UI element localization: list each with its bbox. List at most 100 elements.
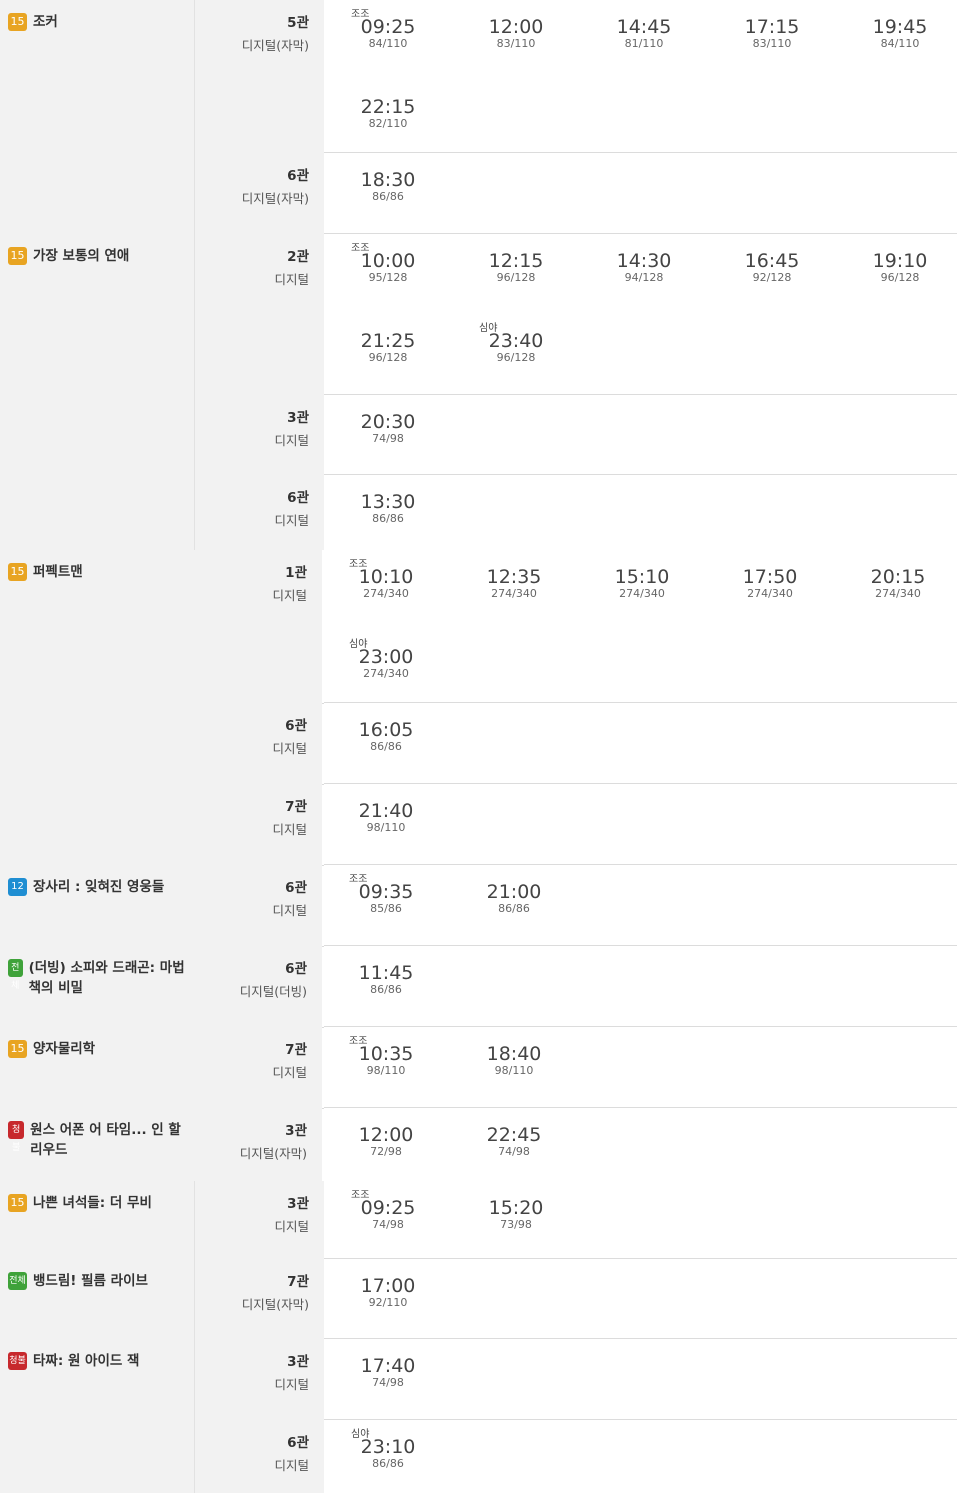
movie-title-text: 뱅드림! 필름 라이브 <box>33 1273 148 1289</box>
showtime-time: 14:30 <box>616 250 672 272</box>
showtime-slot[interactable]: 조조 09:25 74/98 <box>348 1190 428 1231</box>
movie-cell: 15 퍼펙트맨 <box>0 550 195 703</box>
showtime-slot[interactable]: 16:05 86/86 <box>346 720 426 753</box>
showtime-slot[interactable]: 22:45 74/98 <box>474 1125 554 1158</box>
showtime-slot[interactable]: 18:40 98/110 <box>474 1044 554 1077</box>
movie-title[interactable]: 전체 (더빙) 소피와 드래곤: 마법책의 비밀 <box>8 958 190 998</box>
showtime-slot[interactable]: 20:30 74/98 <box>348 412 428 445</box>
screen-name: 6관 <box>285 880 307 896</box>
seat-count: 96/128 <box>496 351 536 364</box>
movie-cell: 청불 원스 어폰 어 타임... 인 할리우드 <box>0 1108 195 1181</box>
screen-cell: 3관 디지털 <box>195 1339 324 1420</box>
showtime-slot[interactable]: 22:15 82/110 <box>348 97 428 130</box>
movie-title[interactable]: 15 조커 <box>8 12 190 32</box>
showtime-slot[interactable]: 21:40 98/110 <box>346 801 426 834</box>
seat-count: 274/340 <box>747 587 793 600</box>
screen-format: 디지털(더빙) <box>239 984 307 999</box>
movie-title[interactable]: 15 양자물리학 <box>8 1039 190 1059</box>
screen-cell: 6관디지털(더빙) <box>193 946 322 1027</box>
showtime-slot[interactable]: 심야 23:00 274/340 <box>346 639 426 680</box>
movie-title[interactable]: 전체 뱅드림! 필름 라이브 <box>8 1271 190 1291</box>
showtime-slot[interactable]: 17:40 74/98 <box>348 1356 428 1389</box>
showtime-slot[interactable]: 조조 10:10 274/340 <box>346 559 426 600</box>
showtime-slot[interactable]: 15:10 274/340 <box>602 567 682 600</box>
showtime-time: 19:10 <box>872 250 928 272</box>
screen-format: 디지털(자막) <box>241 191 309 206</box>
showtime-time: 23:00 <box>358 646 414 668</box>
showtime-slot[interactable]: 심야 23:10 86/86 <box>348 1429 428 1470</box>
seat-count: 92/110 <box>368 1296 408 1309</box>
screen-name: 6관 <box>285 961 307 977</box>
movie-title[interactable]: 15 퍼펙트맨 <box>8 562 190 582</box>
showtime-slot[interactable]: 17:50 274/340 <box>730 567 810 600</box>
showtime-slot[interactable]: 18:30 86/86 <box>348 170 428 203</box>
seat-count: 86/86 <box>372 1457 404 1470</box>
screen-cell: 3관 디지털(자막) <box>193 1108 322 1181</box>
showtime-slot[interactable]: 12:00 72/98 <box>346 1125 426 1158</box>
showtime-slot[interactable]: 15:20 73/98 <box>476 1198 556 1231</box>
showtime-slot[interactable]: 12:35 274/340 <box>474 567 554 600</box>
seat-count: 72/98 <box>370 1145 402 1158</box>
showtime-slot[interactable]: 12:15 96/128 <box>476 251 556 284</box>
showtime-slot[interactable]: 19:10 96/128 <box>860 251 940 284</box>
movie-title-text: 타짜: 원 아이드 잭 <box>33 1353 140 1369</box>
showtime-slot[interactable]: 조조 09:25 84/110 <box>348 9 428 50</box>
screen-name: 3관 <box>287 1354 309 1370</box>
screen-format: 디지털 <box>274 433 309 448</box>
showtime-slot[interactable]: 21:00 86/86 <box>474 882 554 915</box>
showtime-slot[interactable]: 심야 23:40 96/128 <box>476 323 556 364</box>
movie-cell: 전체 (더빙) 소피와 드래곤: 마법책의 비밀 <box>0 946 195 1027</box>
showtime-time: 17:40 <box>360 1355 416 1377</box>
showtime-slot[interactable]: 17:00 92/110 <box>348 1276 428 1309</box>
showtime-slot[interactable]: 17:15 83/110 <box>732 17 812 50</box>
showtime-slot[interactable]: 조조 10:35 98/110 <box>346 1036 426 1077</box>
screen-format: 디지털 <box>274 513 309 528</box>
seat-count: 96/128 <box>880 271 920 284</box>
showtime-time: 15:10 <box>614 566 670 588</box>
movie-title-text: 나쁜 녀석들: 더 무비 <box>33 1195 152 1211</box>
showtime-slot[interactable]: 21:25 96/128 <box>348 331 428 364</box>
showtime-slot[interactable]: 16:45 92/128 <box>732 251 812 284</box>
showtime-slot[interactable]: 19:45 84/110 <box>860 17 940 50</box>
movie-title-text: 원스 어폰 어 타임... 인 할리우드 <box>30 1122 181 1158</box>
movie-title[interactable]: 15 가장 보통의 연애 <box>8 246 190 266</box>
showtime-slot[interactable]: 12:00 83/110 <box>476 17 556 50</box>
showtime-tag: 조조 <box>351 1190 370 1201</box>
movie-title[interactable]: 청불 타짜: 원 아이드 잭 <box>8 1351 190 1371</box>
showtime-time: 12:00 <box>488 16 544 38</box>
screen-cell: 7관 디지털 <box>193 784 322 865</box>
showtime-row: 15 나쁜 녀석들: 더 무비 3관 디지털 조조 09:25 74/98 15:20 73/9… <box>0 1181 957 1260</box>
screen-cell: 7관 디지털 <box>193 1027 322 1108</box>
screen-cell: 2관 디지털 <box>195 234 324 395</box>
movie-cell <box>0 703 195 784</box>
movie-title[interactable]: 12 장사리 : 잊혀진 영웅들 <box>8 877 190 897</box>
rating-badge: 15 <box>8 1040 27 1058</box>
showtime-tag: 심야 <box>349 639 368 650</box>
showtime-slot[interactable]: 14:30 94/128 <box>604 251 684 284</box>
showtime-slot[interactable]: 조조 10:00 95/128 <box>348 243 428 284</box>
seat-count: 74/98 <box>372 432 404 445</box>
showtime-time: 16:45 <box>744 250 800 272</box>
showtime-slot[interactable]: 조조 09:35 85/86 <box>346 874 426 915</box>
showtime-row: 6관 디지털 16:05 86/86 <box>0 703 957 785</box>
screen-cell: 6관 디지털(자막) <box>195 153 324 234</box>
seat-count: 98/110 <box>494 1064 534 1077</box>
movie-title[interactable]: 청불 원스 어폰 어 타임... 인 할리우드 <box>8 1120 190 1160</box>
showtime-row: 전체 뱅드림! 필름 라이브 7관 디지털(자막) 17:00 92/110 <box>0 1259 957 1340</box>
seat-count: 74/98 <box>372 1376 404 1389</box>
showtime-slot[interactable]: 13:30 86/86 <box>348 492 428 525</box>
showtime-time: 17:50 <box>742 566 798 588</box>
seat-count: 84/110 <box>880 37 920 50</box>
showtime-row: 청불 타짜: 원 아이드 잭 3관 디지털 17:40 74/98 <box>0 1339 957 1421</box>
showtime-schedule: 15 조커 5관 디지털(자막) 조조 09:25 84/110 12:00 83/110 14:… <box>0 0 957 1493</box>
showtime-time: 23:10 <box>360 1436 416 1458</box>
showtime-slot[interactable]: 11:45 86/86 <box>346 963 426 996</box>
showtime-time: 09:25 <box>360 1197 416 1219</box>
seat-count: 92/128 <box>752 271 792 284</box>
showtime-row: 6관 디지털 심야 23:10 86/86 <box>0 1420 957 1493</box>
movie-title[interactable]: 15 나쁜 녀석들: 더 무비 <box>8 1193 190 1213</box>
showtime-row: 청불 원스 어폰 어 타임... 인 할리우드 3관 디지털(자막) 12:00 72/9… <box>0 1108 957 1181</box>
showtime-slot[interactable]: 14:45 81/110 <box>604 17 684 50</box>
seat-count: 74/98 <box>498 1145 530 1158</box>
showtime-slot[interactable]: 20:15 274/340 <box>858 567 938 600</box>
